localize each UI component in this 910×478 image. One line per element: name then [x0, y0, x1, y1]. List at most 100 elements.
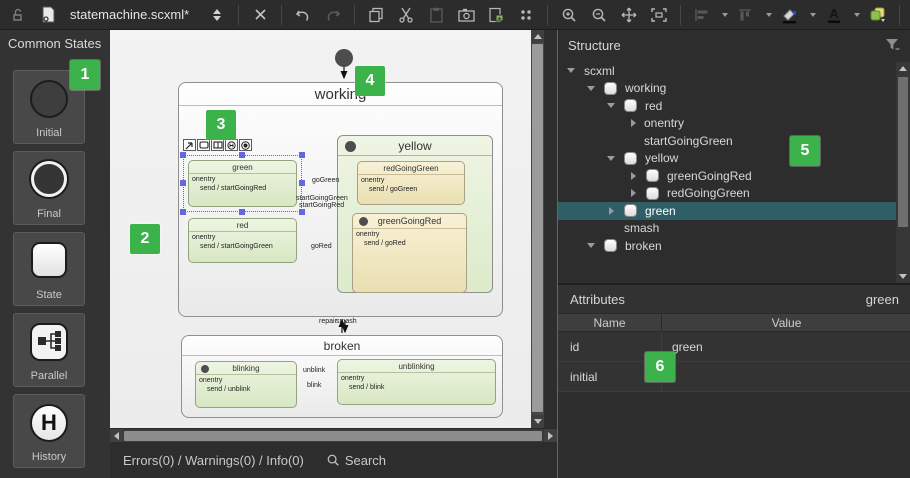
tree-item-broken[interactable]: broken	[558, 237, 910, 255]
pan-icon[interactable]	[617, 3, 641, 27]
tree-item-smash[interactable]: smash	[558, 220, 910, 238]
scroll-right-arrow[interactable]	[544, 429, 557, 442]
selection-handle[interactable]	[239, 152, 245, 158]
zoom-out-icon[interactable]	[587, 3, 611, 27]
transition-label-smash[interactable]: smash	[336, 318, 357, 326]
state-red[interactable]: red onentry send / startGoingGreen	[188, 218, 297, 263]
align-vertical-icon[interactable]	[734, 3, 758, 27]
state-icon	[624, 204, 637, 217]
palette-state-button[interactable]: State	[13, 232, 85, 306]
font-color-caret[interactable]	[854, 13, 860, 17]
expand-icon[interactable]	[628, 188, 638, 198]
attribute-value[interactable]: green	[662, 332, 910, 361]
export-image-icon[interactable]	[484, 3, 508, 27]
undo-icon[interactable]	[291, 3, 315, 27]
fill-color-icon[interactable]	[778, 3, 802, 27]
state-unblinking[interactable]: unblinking onentry send / blink	[337, 359, 496, 405]
state-greenGoingRed[interactable]: greenGoingRed onentry send / goRed	[352, 213, 467, 293]
close-icon[interactable]	[248, 3, 272, 27]
common-states-panel: Common States Initial Final State Parall…	[0, 30, 110, 478]
zoom-in-icon[interactable]	[557, 3, 581, 27]
attribute-row-id[interactable]: id green	[558, 332, 910, 362]
transition-label-goRed[interactable]: goRed	[311, 243, 332, 251]
scroll-up-arrow[interactable]	[531, 30, 544, 43]
add-parallel-icon[interactable]	[211, 139, 224, 151]
selection-handle[interactable]	[180, 180, 186, 186]
copy-icon[interactable]	[364, 3, 388, 27]
expand-icon[interactable]	[628, 118, 638, 128]
paste-icon[interactable]	[424, 3, 448, 27]
file-icon[interactable]	[36, 3, 60, 27]
add-final-icon[interactable]	[239, 139, 252, 151]
add-transition-icon[interactable]	[183, 139, 196, 151]
fill-color-caret[interactable]	[810, 13, 816, 17]
tree-item-startGoingGreen[interactable]: startGoingGreen	[558, 132, 910, 150]
palette-history-button[interactable]: H History	[13, 394, 85, 468]
canvas-horizontal-scrollbar[interactable]	[110, 428, 557, 442]
canvas-vertical-scrollbar[interactable]	[531, 30, 544, 428]
name-column-header[interactable]: Name	[558, 314, 662, 331]
collapse-icon[interactable]	[566, 66, 576, 76]
state-action: send / startGoingGreen	[192, 242, 296, 251]
redo-icon[interactable]	[321, 3, 345, 27]
scroll-left-arrow[interactable]	[110, 429, 123, 442]
transition-label-goGreen[interactable]: goGreen	[312, 177, 339, 185]
status-search[interactable]: Search	[326, 453, 386, 468]
tree-item-redGoingGreen[interactable]: redGoingGreen	[558, 185, 910, 203]
expand-icon[interactable]	[628, 171, 638, 181]
state-redGoingGreen[interactable]: redGoingGreen onentry send / goGreen	[357, 161, 465, 205]
font-color-icon[interactable]: A	[822, 3, 846, 27]
state-blinking[interactable]: blinking onentry send / unblink	[195, 361, 297, 408]
scroll-down-arrow[interactable]	[896, 270, 910, 283]
selection-handle[interactable]	[299, 180, 305, 186]
collapse-icon[interactable]	[586, 241, 596, 251]
state-title: greenGoingRed	[353, 214, 466, 229]
filter-icon[interactable]	[885, 38, 900, 52]
tree-item-green-selected[interactable]: green	[558, 202, 910, 220]
collapse-icon[interactable]	[606, 101, 616, 111]
magnifier-tool-icon[interactable]	[514, 3, 538, 27]
align-horizontal-caret[interactable]	[722, 13, 728, 17]
add-state-icon[interactable]	[197, 139, 210, 151]
document-switcher-spinner[interactable]	[205, 3, 229, 27]
transition-label-repair[interactable]: repair	[319, 318, 337, 326]
tree-item-greenGoingRed[interactable]: greenGoingRed	[558, 167, 910, 185]
scroll-down-arrow[interactable]	[531, 415, 544, 428]
transition-label-blink[interactable]: blink	[307, 382, 321, 390]
value-column-header[interactable]: Value	[662, 314, 910, 331]
collapse-icon[interactable]	[586, 83, 596, 93]
selection-handle[interactable]	[239, 209, 245, 215]
palette-final-button[interactable]: Final	[13, 151, 85, 225]
tree-item-yellow[interactable]: yellow	[558, 150, 910, 168]
state-title: redGoingGreen	[358, 162, 464, 175]
structure-scrollbar[interactable]	[896, 62, 910, 283]
screenshot-icon[interactable]	[454, 3, 478, 27]
align-horizontal-icon[interactable]	[690, 3, 714, 27]
palette-parallel-button[interactable]: Parallel	[13, 313, 85, 387]
align-vertical-caret[interactable]	[766, 13, 772, 17]
cut-icon[interactable]	[394, 3, 418, 27]
collapse-icon[interactable]	[606, 153, 616, 163]
tree-item-working[interactable]: working	[558, 80, 910, 98]
attribute-value[interactable]	[662, 362, 910, 391]
selection-handle[interactable]	[180, 209, 186, 215]
tree-item-onentry[interactable]: onentry	[558, 115, 910, 133]
selection-handle[interactable]	[180, 152, 186, 158]
attribute-row-initial[interactable]: initial	[558, 362, 910, 392]
state-green[interactable]: green onentry send / startGoingRed	[188, 160, 297, 207]
expand-icon[interactable]	[606, 206, 616, 216]
lock-icon[interactable]	[6, 3, 30, 27]
messages-summary[interactable]: Errors(0) / Warnings(0) / Info(0)	[123, 453, 304, 468]
state-action: send / blink	[341, 383, 495, 392]
scroll-up-arrow[interactable]	[896, 62, 910, 75]
selection-handle[interactable]	[299, 152, 305, 158]
add-history-icon[interactable]	[225, 139, 238, 151]
tree-item-scxml[interactable]: scxml	[558, 62, 910, 80]
color-theme-icon[interactable]	[866, 3, 890, 27]
diagram-canvas[interactable]: working yellow redGoingGreen onentry sen…	[110, 30, 544, 428]
transition-label-unblink[interactable]: unblink	[303, 367, 325, 375]
attributes-title: Attributes	[570, 292, 625, 307]
fit-to-view-icon[interactable]	[647, 3, 671, 27]
tree-item-red[interactable]: red	[558, 97, 910, 115]
transition-label-startGoingRed[interactable]: startGoingRed	[299, 202, 344, 210]
